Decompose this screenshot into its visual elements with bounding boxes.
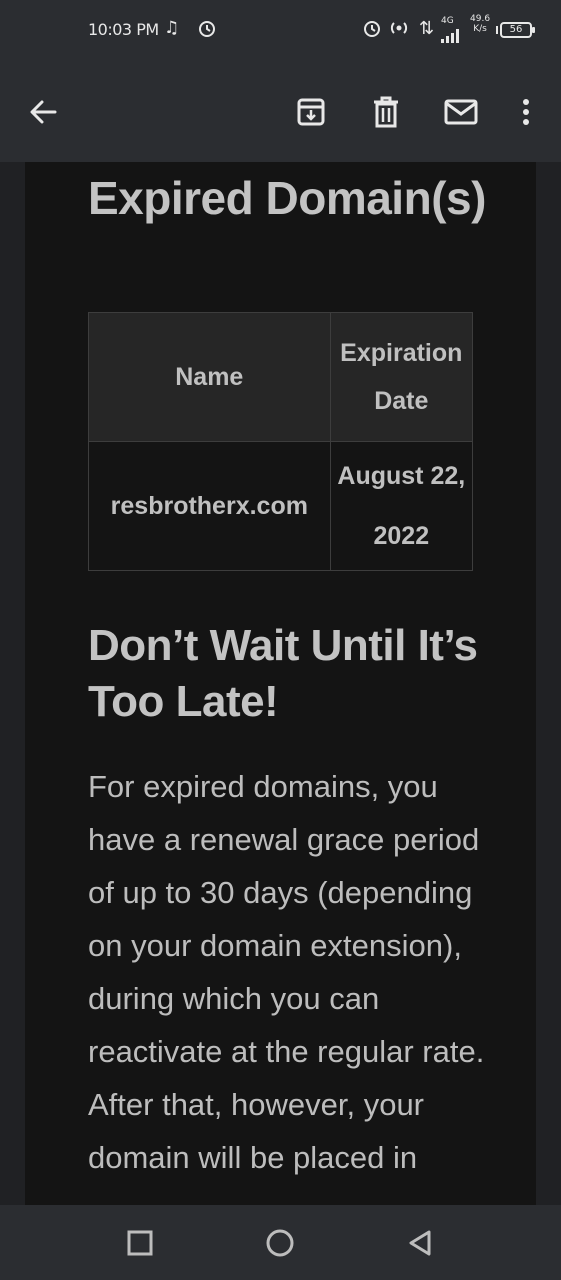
mark-unread-button[interactable] — [443, 94, 479, 130]
recents-button[interactable] — [120, 1223, 160, 1263]
expiration-date-cell: August 22, 2022 — [329, 441, 474, 571]
home-button[interactable] — [260, 1223, 300, 1263]
network-speed: 49.6 K/s — [470, 14, 490, 34]
status-time: 10:03 PM — [88, 20, 159, 39]
alarm-icon — [362, 18, 382, 43]
alarm-icon — [197, 18, 217, 43]
email-toolbar — [0, 62, 561, 162]
mail-icon — [444, 99, 478, 125]
more-vertical-icon — [523, 99, 529, 125]
archive-button[interactable] — [293, 94, 329, 130]
arrow-left-icon — [30, 100, 57, 124]
status-bar: 10:03 PM ♫ ⇅ 4G 49.6 K/s 56 — [0, 0, 561, 62]
hotspot-icon — [388, 18, 410, 43]
body-paragraph: For expired domains, you have a renewal … — [88, 769, 485, 1175]
email-body[interactable]: Expired Domain(s) Name Expiration Date r… — [25, 162, 536, 1205]
domain-name-cell: resbrotherx.com — [88, 441, 331, 571]
network-speed-unit: K/s — [473, 24, 487, 34]
battery-icon: 56 — [496, 22, 535, 38]
signal-icon — [441, 28, 465, 48]
heading-expired-domains: Expired Domain(s) — [88, 172, 486, 224]
back-nav-button[interactable] — [400, 1223, 440, 1263]
circle-icon — [266, 1229, 294, 1257]
more-options-button[interactable] — [508, 94, 544, 130]
battery-level: 56 — [509, 24, 523, 35]
triangle-back-icon — [409, 1230, 431, 1256]
archive-icon — [297, 98, 325, 126]
back-button[interactable] — [25, 94, 61, 130]
table-row: resbrotherx.com August 22, 2022 — [88, 441, 474, 571]
table-header-row: Name Expiration Date — [88, 312, 474, 442]
trash-icon — [374, 96, 398, 128]
network-type: 4G — [441, 16, 454, 26]
expired-domains-table: Name Expiration Date resbrotherx.com Aug… — [88, 312, 474, 571]
square-icon — [127, 1230, 153, 1256]
delete-button[interactable] — [368, 94, 404, 130]
system-navigation-bar — [0, 1205, 561, 1280]
music-icon: ♫ — [164, 18, 180, 38]
column-header-expiration-date: Expiration Date — [329, 312, 474, 442]
network-speed-value: 49.6 — [470, 14, 491, 24]
heading-dont-wait: Don’t Wait Until It’s Too Late! — [88, 621, 478, 726]
column-header-name: Name — [88, 312, 331, 442]
data-transfer-icon: ⇅ — [419, 18, 435, 39]
